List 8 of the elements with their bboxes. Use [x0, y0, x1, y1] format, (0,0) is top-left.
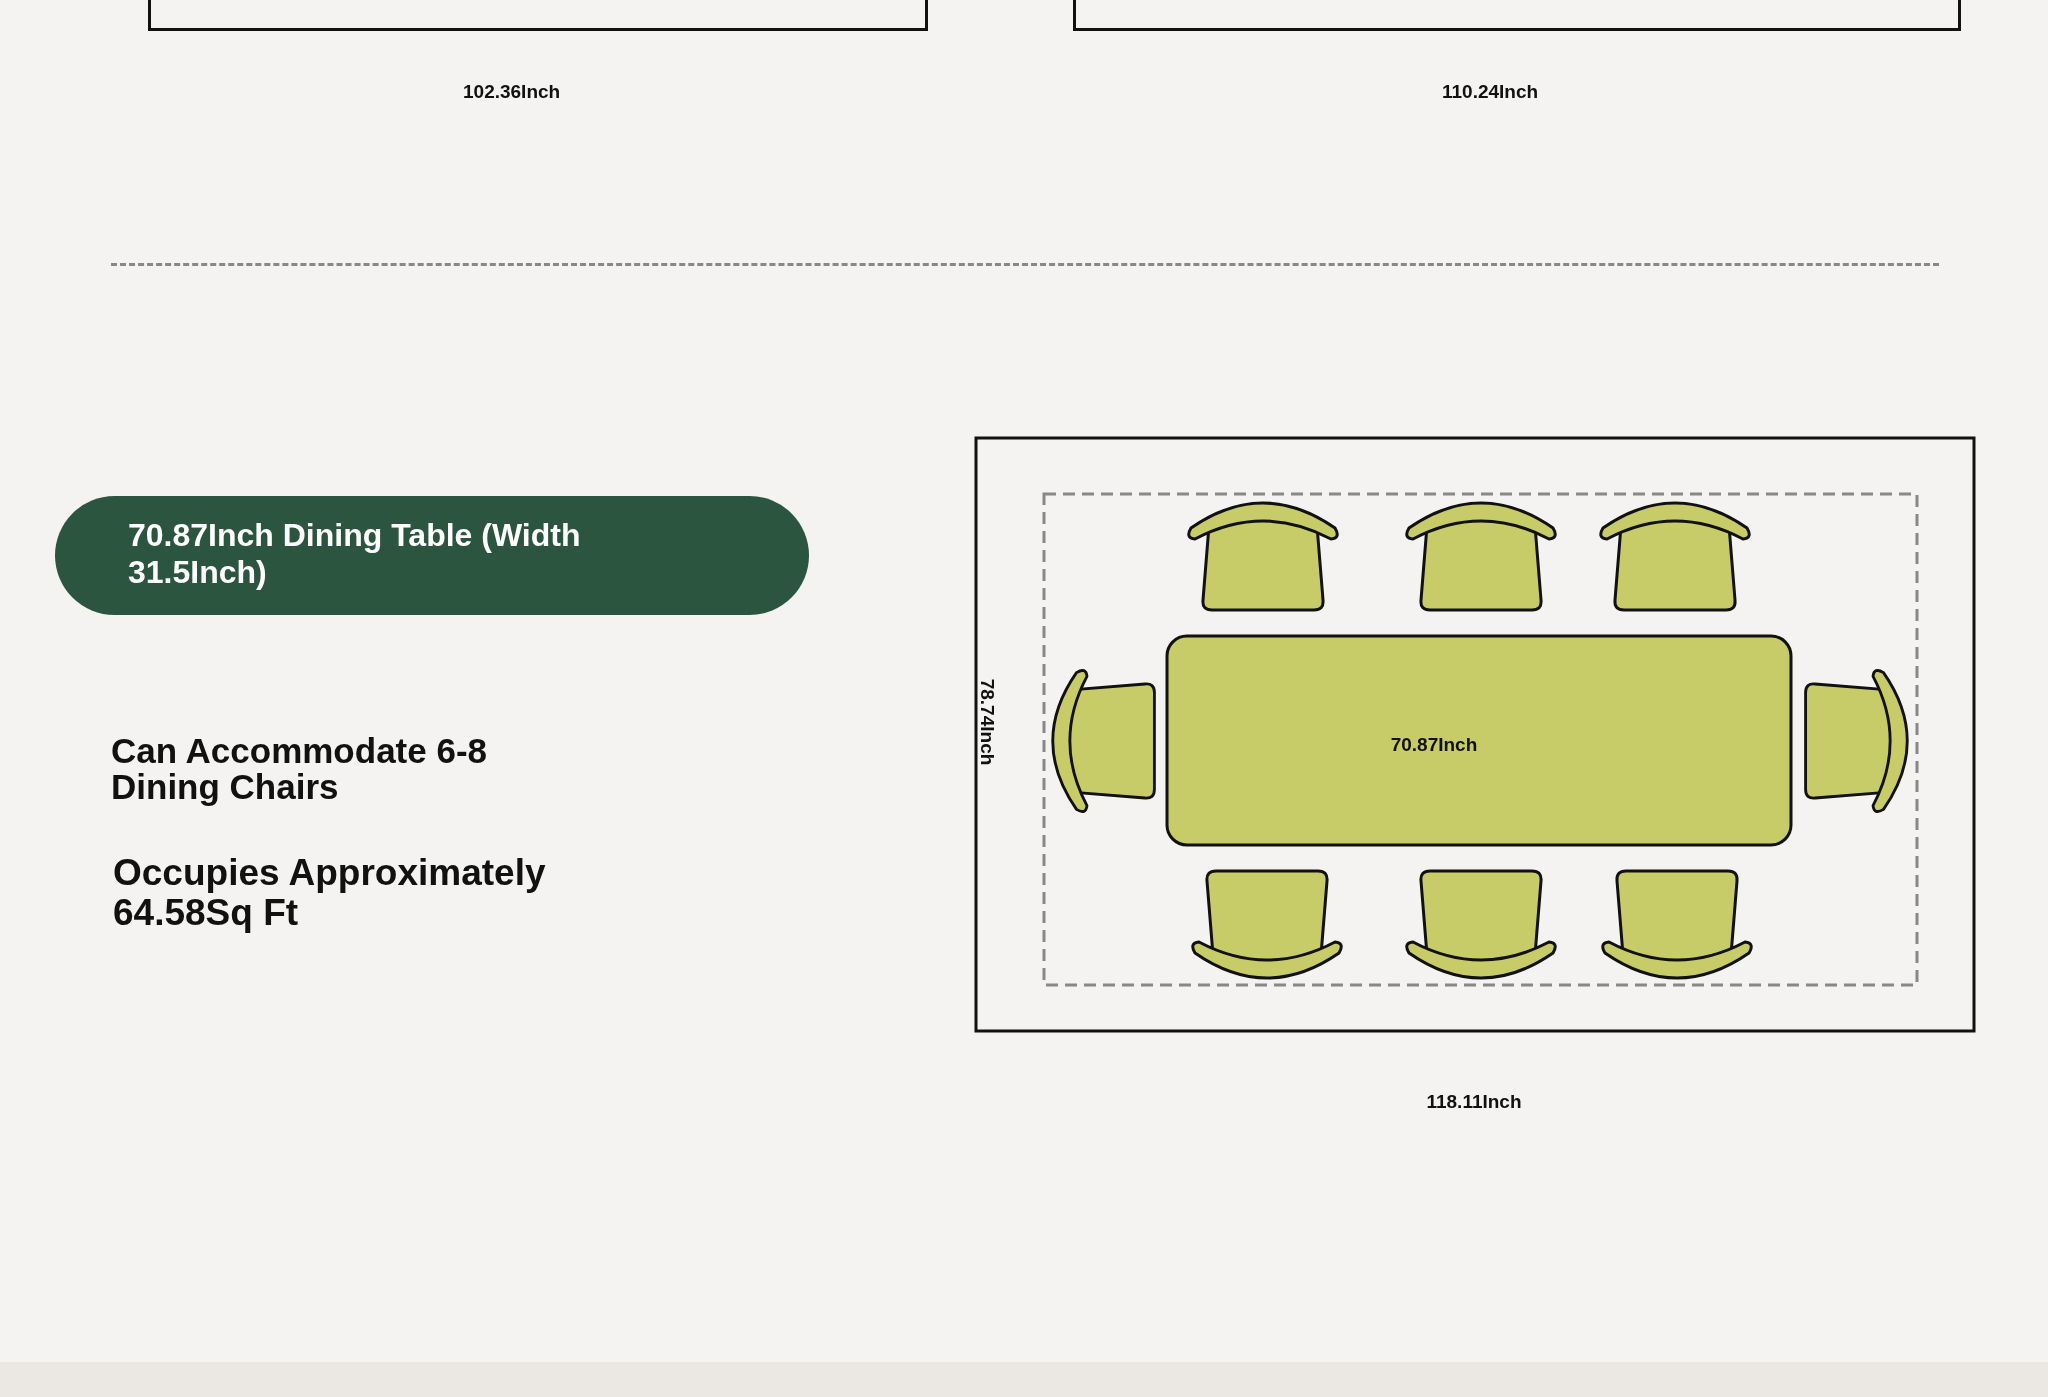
feature-text: Occupies Approximately 64.58Sq Ft	[113, 853, 547, 933]
dimension-label: 70.87Inch	[1390, 734, 1478, 755]
dimension-label: 110.24Inch	[1442, 81, 1540, 103]
dimension-label: 78.74Inch	[977, 678, 998, 766]
feature-text: Can Accommodate 6-8 Dining Chairs	[111, 733, 489, 805]
banner-title: 70.87Inch Dining Table (Width 31.5Inch)	[128, 516, 582, 591]
dimension-label: 102.36Inch	[463, 81, 562, 103]
dimension-label: 118.11Inch	[1426, 1091, 1522, 1112]
